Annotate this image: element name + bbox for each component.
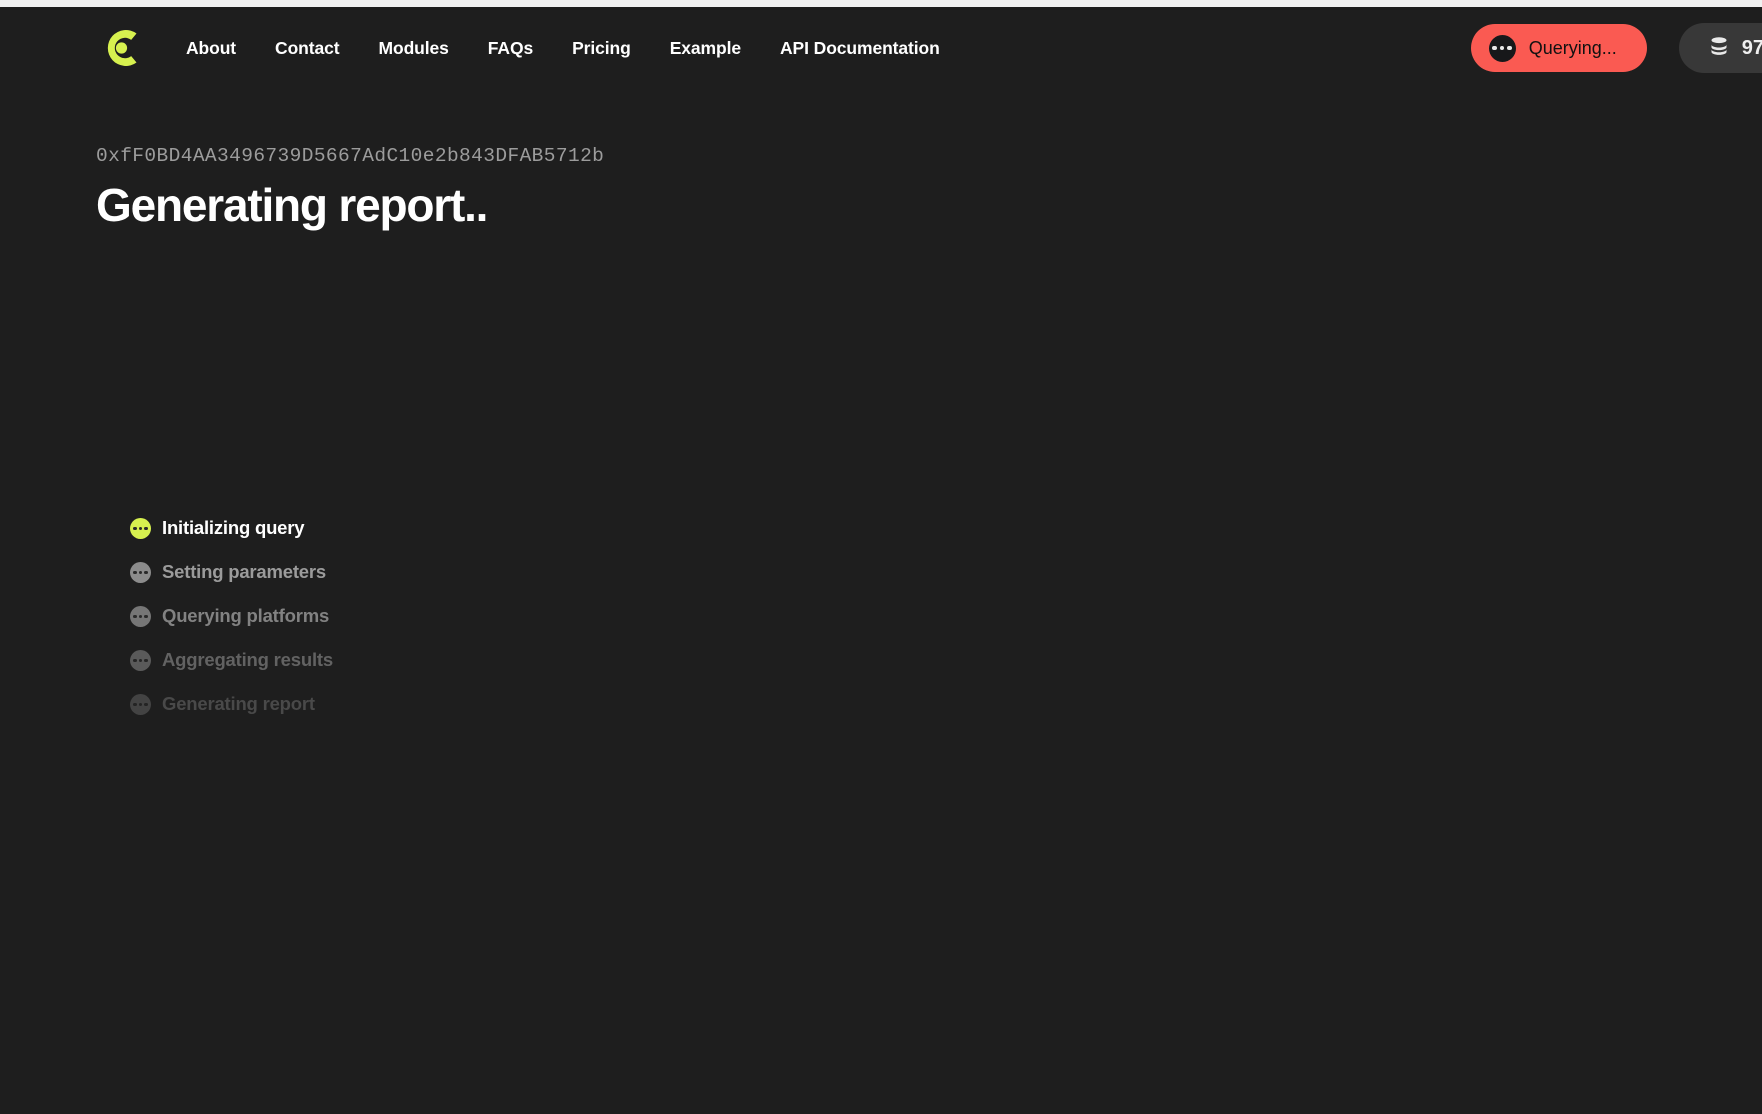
step-aggregating-results: Aggregating results [130, 647, 333, 674]
three-dots-icon [130, 694, 151, 715]
credits-pill[interactable]: 97 [1678, 23, 1762, 73]
query-status-label: Querying... [1528, 38, 1617, 58]
page-title: Generating report.. [96, 179, 488, 231]
three-dots-icon [130, 562, 151, 583]
three-dots-icon [1488, 34, 1516, 62]
wallet-address: 0xfF0BD4AA3496739D5667AdC10e2b843DFAB571… [96, 145, 605, 167]
nav-item-about[interactable]: About [186, 38, 275, 59]
step-setting-parameters: Setting parameters [130, 559, 333, 586]
step-label: Querying platforms [162, 605, 330, 627]
step-label: Generating report [162, 693, 315, 715]
query-status-button[interactable]: Querying... [1470, 24, 1647, 72]
three-dots-icon [130, 650, 151, 671]
main-content: 0xfF0BD4AA3496739D5667AdC10e2b843DFAB571… [0, 145, 1762, 715]
nav-item-faqs[interactable]: FAQs [488, 38, 572, 59]
credits-count: 97 [1741, 36, 1762, 59]
step-initializing-query: Initializing query [130, 515, 333, 542]
step-label: Initializing query [162, 517, 305, 539]
step-generating-report: Generating report [130, 691, 333, 718]
three-dots-icon [130, 518, 151, 539]
three-dots-icon [130, 606, 151, 627]
nav-item-example[interactable]: Example [670, 38, 780, 59]
brand-logo-icon[interactable] [96, 23, 146, 73]
site-header: About Contact Modules FAQs Pricing Examp… [0, 7, 1762, 89]
step-label: Aggregating results [162, 649, 333, 671]
progress-step-list: Initializing query Setting parameters Qu… [130, 515, 333, 718]
browser-chrome-strip [0, 0, 1762, 7]
primary-navigation: About Contact Modules FAQs Pricing Examp… [186, 7, 979, 89]
database-stack-icon [1707, 34, 1731, 63]
nav-item-api-documentation[interactable]: API Documentation [780, 38, 979, 59]
header-actions: Querying... 97 [1470, 7, 1762, 89]
step-querying-platforms: Querying platforms [130, 603, 333, 630]
nav-item-contact[interactable]: Contact [275, 38, 378, 59]
page-root: About Contact Modules FAQs Pricing Examp… [0, 7, 1762, 1114]
nav-item-modules[interactable]: Modules [379, 38, 488, 59]
step-label: Setting parameters [162, 561, 326, 583]
nav-item-pricing[interactable]: Pricing [572, 38, 670, 59]
